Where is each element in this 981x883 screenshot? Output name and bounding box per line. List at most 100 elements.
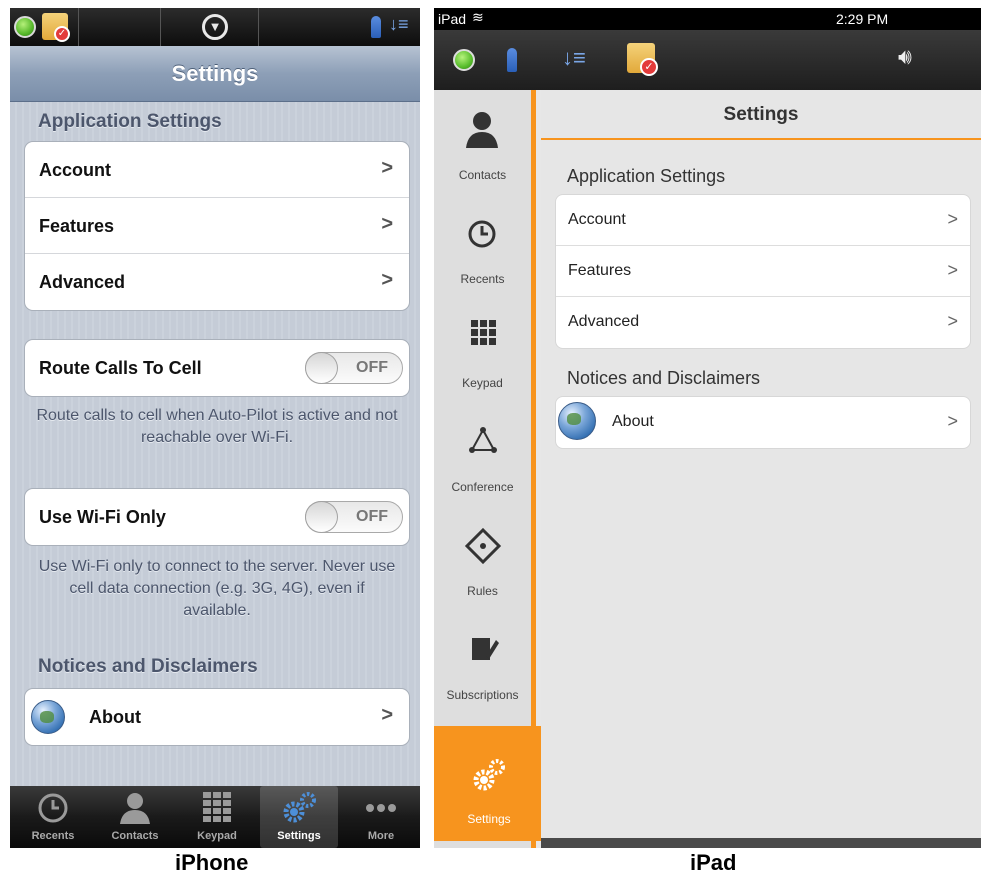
speaker-icon[interactable]: 🔊︎ — [898, 44, 912, 70]
globe-icon — [31, 700, 65, 734]
tab-recents[interactable]: Recents — [14, 786, 92, 848]
chevron-right-icon: > — [947, 411, 958, 431]
account-label: Account — [568, 211, 626, 228]
iphone-caption: iPhone — [175, 850, 249, 875]
clock-icon — [434, 216, 531, 252]
ipad-screen: iPad ≋ 2:29 PM ↓≡ ✓ 🔊︎ Contacts Recents — [434, 8, 981, 848]
status-time: 2:29 PM — [836, 11, 889, 27]
features-row[interactable]: Features > — [25, 198, 409, 254]
about-label: About — [89, 707, 141, 727]
person-icon — [434, 112, 531, 148]
chevron-right-icon: > — [947, 209, 958, 229]
calendar-check-icon[interactable]: ✓ — [627, 43, 658, 76]
notices-group: About > — [24, 688, 410, 746]
wifi-only-note: Use Wi-Fi only to connect to the server.… — [38, 558, 396, 619]
tab-keypad[interactable]: Keypad — [178, 786, 256, 848]
sidebar-item-rules[interactable]: Rules — [434, 506, 531, 610]
sidebar-item-contacts[interactable]: Contacts — [434, 90, 531, 194]
keypad-icon — [434, 320, 531, 356]
sidebar-item-conference[interactable]: Conference — [434, 402, 531, 506]
more-dots-icon — [342, 792, 420, 824]
toggle-state: OFF — [356, 508, 388, 525]
status-green-icon[interactable] — [14, 16, 36, 38]
globe-icon — [558, 402, 596, 440]
sidebar-item-settings[interactable]: Settings — [434, 726, 544, 841]
route-calls-toggle[interactable]: OFF — [305, 352, 403, 384]
page-title: Settings — [171, 61, 259, 86]
sidebar-item-label: Keypad — [462, 376, 503, 390]
tab-label: Keypad — [197, 830, 237, 842]
route-calls-label: Route Calls To Cell — [39, 358, 202, 378]
advanced-label: Advanced — [568, 313, 640, 330]
application-settings-group: Account > Features > Advanced > — [24, 141, 410, 311]
dropdown-icon[interactable]: ▼ — [202, 14, 228, 40]
keypad-icon — [178, 792, 256, 824]
status-green-icon[interactable] — [453, 49, 475, 71]
sidebar-item-label: Contacts — [458, 168, 507, 182]
ipad-status-bar: iPad ≋ 2:29 PM — [434, 8, 981, 30]
toggle-state: OFF — [356, 359, 388, 376]
about-label: About — [612, 413, 654, 430]
sidebar-item-label: Subscriptions — [446, 688, 519, 702]
conference-icon — [434, 424, 531, 460]
about-row[interactable]: About > — [25, 689, 409, 745]
section-header-application-settings: Application Settings — [38, 111, 222, 132]
tab-more[interactable]: More — [342, 786, 420, 848]
calendar-check-icon[interactable]: ✓ — [42, 13, 70, 42]
tab-contacts[interactable]: Contacts — [96, 786, 174, 848]
gears-icon — [434, 754, 544, 794]
tab-settings[interactable]: Settings — [260, 786, 338, 848]
chevron-right-icon: > — [947, 311, 958, 331]
wifi-only-label: Use Wi-Fi Only — [39, 507, 166, 527]
tab-label: Settings — [277, 830, 321, 842]
route-calls-note: Route calls to cell when Auto-Pilot is a… — [36, 407, 398, 446]
chevron-right-icon: > — [381, 157, 393, 179]
account-row[interactable]: Account > — [556, 195, 970, 246]
sidebar-item-keypad[interactable]: Keypad — [434, 298, 531, 402]
advanced-row[interactable]: Advanced > — [25, 254, 409, 310]
tab-label: Recents — [31, 830, 75, 842]
page-title: Settings — [723, 104, 799, 125]
about-row[interactable]: About > — [556, 397, 970, 448]
chevron-right-icon: > — [381, 269, 393, 291]
route-calls-row: Route Calls To Cell OFF — [25, 340, 409, 396]
iphone-status-bar: ✓ ▼ ↓≡ — [10, 8, 420, 46]
application-settings-group: Account > Features > Advanced > — [555, 194, 971, 349]
section-header-notices: Notices and Disclaimers — [567, 368, 761, 388]
section-header-application-settings: Application Settings — [567, 166, 726, 186]
chevron-right-icon: > — [947, 260, 958, 280]
gears-icon — [260, 792, 338, 824]
sidebar-item-label: Conference — [451, 480, 514, 494]
iphone-tab-bar: Recents Contacts Keypad Settings More — [10, 786, 420, 848]
section-header-notices: Notices and Disclaimers — [38, 656, 258, 677]
tab-label: More — [367, 830, 395, 842]
person-icon[interactable] — [507, 48, 517, 72]
person-icon[interactable] — [371, 16, 381, 38]
ipad-toolbar: ↓≡ ✓ 🔊︎ — [434, 30, 981, 90]
sort-icon[interactable]: ↓≡ — [562, 45, 586, 71]
wifi-only-toggle[interactable]: OFF — [305, 501, 403, 533]
rules-icon — [434, 527, 531, 565]
account-label: Account — [39, 160, 111, 180]
account-row[interactable]: Account > — [25, 142, 409, 198]
route-calls-group: Route Calls To Cell OFF — [24, 339, 410, 397]
chevron-right-icon: > — [381, 213, 393, 235]
sidebar-item-subscriptions[interactable]: Subscriptions — [434, 610, 531, 714]
sidebar-item-label: Recents — [460, 272, 505, 286]
chevron-right-icon: > — [381, 704, 393, 726]
bottom-edge — [541, 838, 981, 848]
toggle-knob — [305, 501, 338, 533]
iphone-screen: ✓ ▼ ↓≡ Settings Application Settings Acc… — [10, 8, 420, 848]
iphone-nav-bar: Settings — [10, 46, 420, 102]
notices-group: About > — [555, 396, 971, 449]
toggle-knob — [305, 352, 338, 384]
features-label: Features — [39, 216, 115, 236]
sidebar-item-recents[interactable]: Recents — [434, 194, 531, 298]
panel-header: Settings — [541, 90, 981, 140]
ipad-caption: iPad — [690, 850, 737, 875]
wifi-only-row: Use Wi-Fi Only OFF — [25, 489, 409, 545]
features-row[interactable]: Features > — [556, 246, 970, 297]
advanced-row[interactable]: Advanced > — [556, 297, 970, 348]
features-label: Features — [568, 262, 632, 279]
sort-icon[interactable]: ↓≡ — [389, 14, 409, 35]
